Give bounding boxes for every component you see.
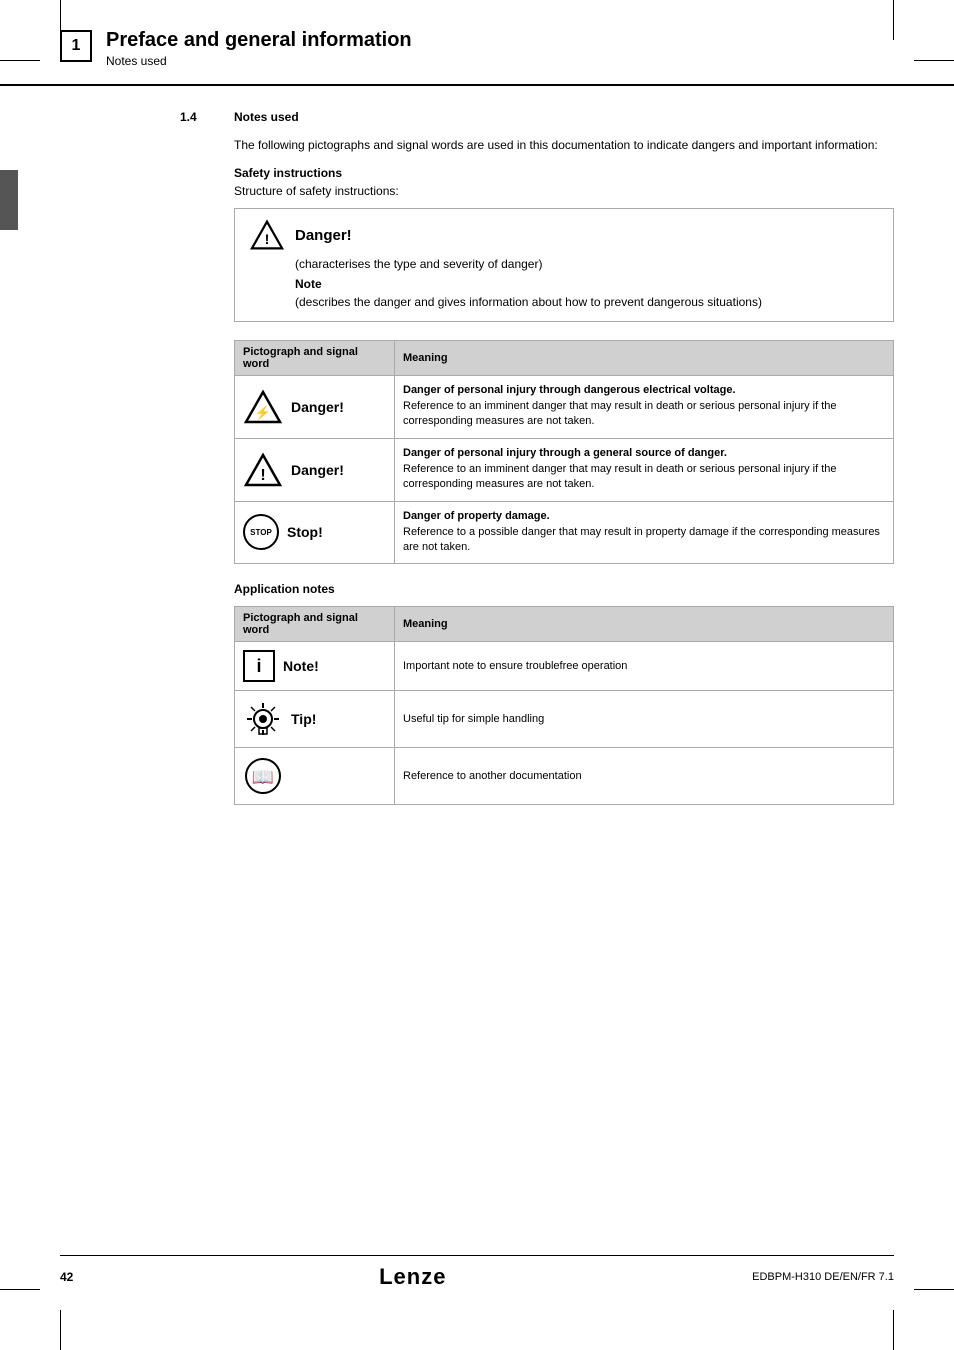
corner-mark-bl-h — [0, 1289, 40, 1290]
sidebar-accent — [0, 170, 18, 230]
danger-example-box: ! Danger! (characterises the type and se… — [234, 208, 894, 322]
table-row: Tip! Useful tip for simple handling — [235, 691, 894, 748]
pictograph-cell-note: i Note! — [235, 642, 395, 691]
tip-icon — [243, 699, 283, 739]
danger-row-label-1: Danger! — [291, 399, 344, 415]
meaning-cell-3: Danger of property damage. Reference to … — [395, 501, 894, 564]
page-header: 1 Preface and general information Notes … — [0, 0, 954, 86]
danger-box-title: Danger! — [295, 227, 352, 244]
meaning-bold-1: Danger of personal injury through danger… — [403, 384, 885, 396]
meaning-text-2: Reference to an imminent danger that may… — [403, 462, 885, 493]
corner-mark-br-v — [893, 1310, 894, 1350]
corner-mark-bl-v — [60, 1310, 61, 1350]
safety-instructions-label: Safety instructions — [234, 166, 894, 180]
safety-table-col1-header: Pictograph and signal word — [235, 341, 395, 376]
svg-text:⚡: ⚡ — [255, 405, 271, 421]
chapter-icon: 1 — [60, 30, 92, 62]
danger-row-label-3: Stop! — [287, 524, 323, 540]
table-row: ⚡ Danger! Danger of personal injury thro… — [235, 376, 894, 439]
svg-text:!: ! — [260, 467, 265, 484]
meaning-text-1: Reference to an imminent danger that may… — [403, 399, 885, 430]
structure-text: Structure of safety instructions: — [234, 184, 894, 198]
footer-page-number: 42 — [60, 1270, 73, 1284]
corner-mark-tl-v — [60, 0, 61, 40]
app-table-col1-header: Pictograph and signal word — [235, 607, 395, 642]
ref-meaning-cell: Reference to another documentation — [395, 748, 894, 805]
general-danger-icon: ! — [243, 452, 283, 488]
app-table-col2-header: Meaning — [395, 607, 894, 642]
danger-row-icon-stop: STOP Stop! — [243, 514, 386, 550]
meaning-cell-2: Danger of personal injury through a gene… — [395, 438, 894, 501]
danger-box-note-label: Note — [295, 277, 879, 291]
footer-doc-reference: EDBPM-H310 DE/EN/FR 7.1 — [752, 1271, 894, 1283]
ref-icon: 📖 — [243, 756, 283, 796]
corner-mark-br-h — [914, 1289, 954, 1290]
danger-row-label-2: Danger! — [291, 462, 344, 478]
svg-text:📖: 📖 — [252, 767, 274, 787]
meaning-text-3: Reference to a possible danger that may … — [403, 525, 885, 556]
meaning-cell-1: Danger of personal injury through danger… — [395, 376, 894, 439]
note-meaning-text: Important note to ensure troublefree ope… — [403, 660, 885, 672]
corner-mark-tr-v — [893, 0, 894, 40]
intro-text: The following pictographs and signal wor… — [234, 136, 894, 154]
tip-meaning-cell: Useful tip for simple handling — [395, 691, 894, 748]
note-meaning-cell: Important note to ensure troublefree ope… — [395, 642, 894, 691]
app-notes-label: Application notes — [234, 582, 894, 596]
pictograph-cell-ref: 📖 — [235, 748, 395, 805]
danger-box-header: ! Danger! — [249, 219, 879, 251]
safety-table-col2-header: Meaning — [395, 341, 894, 376]
meaning-bold-3: Danger of property damage. — [403, 510, 885, 522]
header-subtitle: Notes used — [106, 54, 412, 68]
pictograph-cell-general: ! Danger! — [235, 438, 395, 501]
svg-text:!: ! — [265, 232, 270, 248]
note-icon: i — [243, 650, 275, 682]
pictograph-cell-tip: Tip! — [235, 691, 395, 748]
danger-box-desc: (characterises the type and severity of … — [295, 257, 879, 271]
tip-row-icon: Tip! — [243, 699, 386, 739]
app-notes-table: Pictograph and signal word Meaning i Not… — [234, 606, 894, 805]
note-row-label: Note! — [283, 658, 319, 674]
content-area: 1.4 Notes used The following pictographs… — [0, 86, 954, 847]
ref-row-icon: 📖 — [243, 756, 386, 796]
danger-row-icon-lightning: ⚡ Danger! — [243, 389, 386, 425]
note-row-icon: i Note! — [243, 650, 386, 682]
page: 1 Preface and general information Notes … — [0, 0, 954, 1350]
tip-meaning-text: Useful tip for simple handling — [403, 713, 885, 725]
section-title: Notes used — [234, 110, 299, 124]
safety-table: Pictograph and signal word Meaning ⚡ Dan… — [234, 340, 894, 564]
table-row: STOP Stop! Danger of property damage. Re… — [235, 501, 894, 564]
header-text-block: Preface and general information Notes us… — [106, 28, 412, 68]
section-heading: 1.4 Notes used — [180, 110, 894, 124]
danger-box-note-desc: (describes the danger and gives informat… — [295, 293, 879, 311]
header-title: Preface and general information — [106, 28, 412, 52]
footer-brand: Lenze — [379, 1264, 446, 1290]
meaning-bold-2: Danger of personal injury through a gene… — [403, 447, 885, 459]
corner-mark-tr-h — [914, 60, 954, 61]
corner-mark-tl-h — [0, 60, 40, 61]
pictograph-cell-stop: STOP Stop! — [235, 501, 395, 564]
stop-icon: STOP — [243, 514, 279, 550]
pictograph-cell-lightning: ⚡ Danger! — [235, 376, 395, 439]
table-row: i Note! Important note to ensure trouble… — [235, 642, 894, 691]
lightning-danger-icon: ⚡ — [243, 389, 283, 425]
section-number: 1.4 — [180, 110, 210, 124]
page-footer: 42 Lenze EDBPM-H310 DE/EN/FR 7.1 — [60, 1255, 894, 1290]
tip-row-label: Tip! — [291, 711, 316, 727]
ref-meaning-text: Reference to another documentation — [403, 770, 885, 782]
danger-triangle-icon: ! — [249, 219, 285, 251]
table-row: ! Danger! Danger of personal injury thro… — [235, 438, 894, 501]
table-row: 📖 Reference to another documentation — [235, 748, 894, 805]
danger-row-icon-general: ! Danger! — [243, 452, 386, 488]
